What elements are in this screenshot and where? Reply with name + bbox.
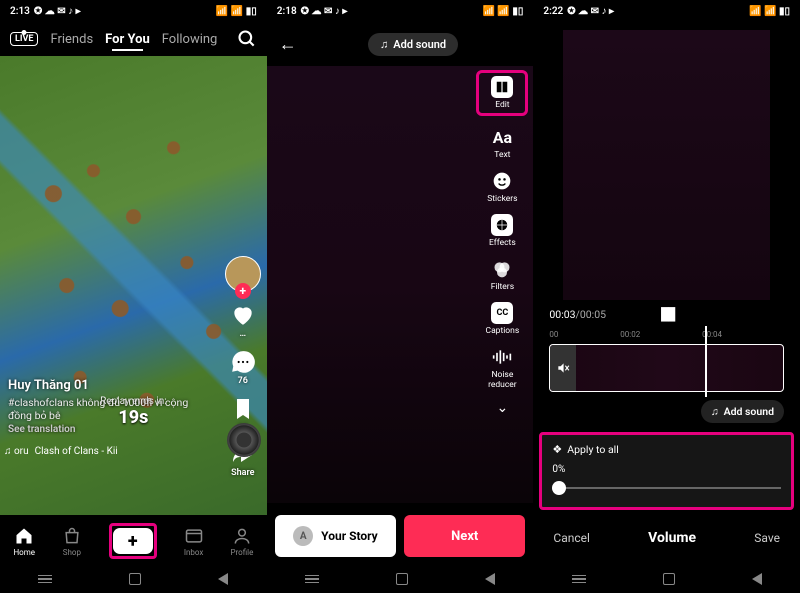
recents-icon[interactable] [305, 575, 319, 584]
back-icon[interactable] [485, 573, 495, 585]
volume-panel: ❖ Apply to all 0% [539, 432, 794, 510]
volume-slider[interactable] [552, 479, 781, 497]
text-icon: Aa [491, 126, 513, 148]
sound-marquee[interactable]: ♫ oru Clash of Clans - Kii [4, 446, 212, 457]
bottom-tabbar: Home Shop + Inbox Profile [0, 517, 267, 565]
android-nav [533, 565, 800, 593]
music-note-icon: ♫ [711, 405, 719, 418]
tool-edit[interactable]: Edit [480, 76, 524, 110]
tab-inbox[interactable]: Inbox [184, 526, 204, 557]
tool-text[interactable]: Aa Text [480, 126, 524, 160]
top-nav: LIVE Friends For You Following [0, 22, 267, 56]
tool-noise-reducer[interactable]: Noise reducer [480, 346, 524, 390]
story-avatar: A [293, 526, 313, 546]
next-button[interactable]: Next [404, 515, 525, 557]
tab-following[interactable]: Following [162, 32, 218, 47]
see-translation[interactable]: See translation [8, 424, 212, 435]
status-time: 2:13 [10, 6, 30, 17]
chevron-down-icon[interactable]: ⌄ [497, 400, 509, 416]
time-display: 00:03/00:05 [549, 308, 606, 321]
status-bar: 2:18✪ ☁ ✉ ♪ ▸ 📶 📶 ▮▯ [267, 0, 534, 22]
sound-disc[interactable] [227, 423, 261, 457]
home-icon[interactable] [129, 573, 141, 585]
cancel-button[interactable]: Cancel [553, 531, 590, 545]
save-button[interactable]: Save [754, 531, 780, 545]
video-info: Huy Thăng 01 #clashofclans không đủ 1000… [8, 378, 212, 435]
tool-stickers[interactable]: Stickers [480, 170, 524, 204]
add-sound-button[interactable]: ♫ Add sound [701, 400, 784, 423]
tab-shop[interactable]: Shop [62, 526, 82, 557]
music-note-icon: ♫ [380, 38, 388, 51]
add-sound-button[interactable]: ♫ Add sound [368, 33, 458, 56]
like-button[interactable]: … [230, 302, 256, 339]
recents-icon[interactable] [38, 575, 52, 584]
video-preview[interactable]: … 76 11 Share Replay ends in: 19s Huy Th… [0, 56, 267, 515]
home-icon[interactable] [396, 573, 408, 585]
comment-button[interactable]: 76 [230, 349, 256, 386]
effects-icon [491, 214, 513, 236]
editor-tools: Edit Aa Text Stickers Effects Filters [476, 70, 528, 416]
tab-home[interactable]: Home [13, 526, 35, 557]
tab-foryou[interactable]: For You [105, 32, 150, 47]
bottom-actions: Cancel Volume Save [533, 516, 800, 560]
sticker-icon [491, 170, 513, 192]
track-volume-icon[interactable] [550, 345, 576, 391]
android-nav [0, 565, 267, 593]
back-arrow-icon[interactable]: ← [279, 34, 297, 55]
highlight-create: + [109, 523, 157, 559]
noise-icon [491, 346, 513, 368]
playhead[interactable] [705, 326, 707, 397]
tool-filters[interactable]: Filters [480, 258, 524, 292]
pause-button[interactable]: ▮▮ [660, 303, 674, 324]
tab-friends[interactable]: Friends [50, 32, 93, 47]
status-bar: 2:13 ✪ ☁ ✉ ♪ ▸ 📶 📶 ▮▯ [0, 0, 267, 22]
search-icon[interactable] [237, 29, 257, 49]
clip-preview[interactable] [563, 30, 770, 300]
screen-feed: 2:13 ✪ ☁ ✉ ♪ ▸ 📶 📶 ▮▯ LIVE Friends For Y… [0, 0, 267, 593]
captions-icon: CC [491, 302, 513, 324]
your-story-button[interactable]: A Your Story [275, 515, 396, 557]
volume-percent: 0% [552, 464, 781, 475]
recents-icon[interactable] [572, 575, 586, 584]
caption-text: #clashofclans không đủ 1000fl vì cộng đồ… [8, 396, 212, 422]
tool-effects[interactable]: Effects [480, 214, 524, 248]
apply-to-all-toggle[interactable]: ❖ Apply to all [552, 443, 781, 456]
timeline-ruler: 00 00:02 00:04 [549, 330, 784, 340]
create-button[interactable]: + [113, 528, 153, 554]
home-icon[interactable] [663, 573, 675, 585]
screen-volume: 2:22✪ ☁ ✉ ♪ ▸ 📶 📶 ▮▯ 00:03/00:05 ▮▮ 00 0… [533, 0, 800, 593]
editor-bottom-actions: A Your Story Next [267, 507, 534, 565]
back-icon[interactable] [218, 573, 228, 585]
creator-name[interactable]: Huy Thăng 01 [8, 378, 212, 393]
android-nav [267, 565, 534, 593]
live-icon[interactable]: LIVE [10, 32, 38, 46]
highlight-edit: Edit [476, 70, 528, 116]
tab-profile[interactable]: Profile [230, 526, 253, 557]
slider-thumb[interactable] [552, 481, 566, 495]
back-icon[interactable] [752, 573, 762, 585]
layers-icon: ❖ [552, 443, 562, 456]
screen-editor: 2:18✪ ☁ ✉ ♪ ▸ 📶 📶 ▮▯ ← ♫ Add sound Edit … [267, 0, 534, 593]
editor-top: ← ♫ Add sound [267, 22, 534, 66]
creator-avatar[interactable] [225, 256, 261, 292]
status-bar: 2:22✪ ☁ ✉ ♪ ▸ 📶 📶 ▮▯ [533, 0, 800, 22]
edit-icon [491, 76, 513, 98]
filters-icon [491, 258, 513, 280]
tool-captions[interactable]: CC Captions [480, 302, 524, 336]
panel-title: Volume [648, 530, 696, 546]
timeline-track[interactable] [549, 344, 784, 392]
